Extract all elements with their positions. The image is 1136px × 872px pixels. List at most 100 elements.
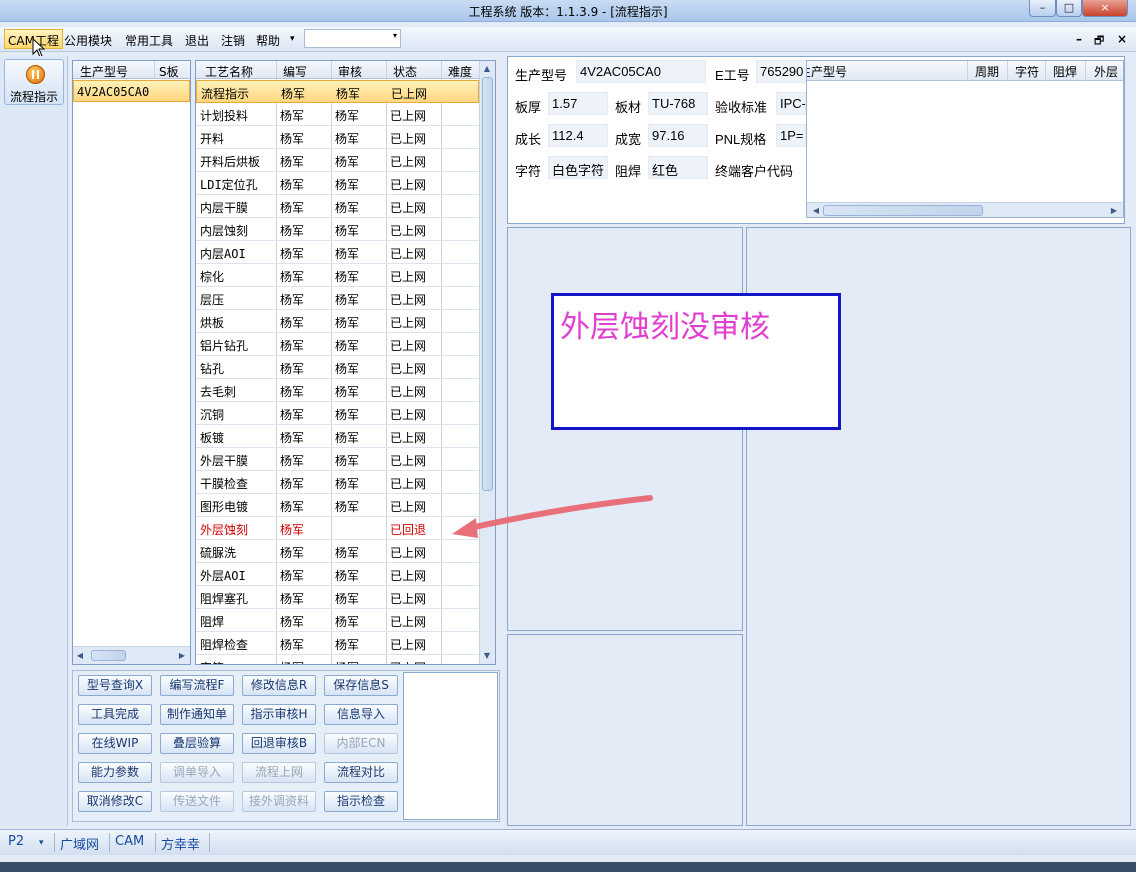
action-button[interactable]: 保存信息S [324,675,398,696]
flow-indicator-button[interactable]: 流程指示 [4,59,64,105]
cell-writer: 杨军 [280,293,305,307]
scroll-thumb[interactable] [91,650,126,661]
action-button[interactable]: 叠层验算 [160,733,234,754]
pnl-value[interactable]: 1P= [776,124,806,147]
col-cycle[interactable]: 周期 [975,63,999,80]
close-button[interactable]: × [1082,0,1128,17]
acceptance-value[interactable]: IPC- [776,92,806,115]
menu-help[interactable]: 帮助 [256,32,280,49]
col-model[interactable]: 生产型号 [80,63,128,80]
minimize-button[interactable]: – [1029,0,1056,17]
col-difficulty[interactable]: 难度 [448,63,472,80]
menu-combo[interactable]: ▾ [304,29,401,48]
action-button[interactable]: 在线WIP [78,733,152,754]
length-value[interactable]: 112.4 [548,124,608,147]
table-row[interactable]: 内层蚀刻 杨军 杨军 已上网 [196,218,479,241]
table-row[interactable]: 棕化 杨军 杨军 已上网 [196,264,479,287]
table-row[interactable]: 流程指示 杨军 杨军 已上网 [196,80,479,103]
annotation-arrow-icon [452,495,653,538]
action-button[interactable]: 回退审核B [242,733,316,754]
cell-status: 已上网 [390,155,427,169]
col-s[interactable]: S板 [159,63,179,80]
table-row[interactable]: 字符 杨军 杨军 已上网 [196,655,479,664]
cell-status: 已上网 [390,477,427,491]
action-button[interactable]: 指示审核H [242,704,316,725]
notes-box[interactable] [403,672,498,820]
action-button[interactable]: 流程对比 [324,762,398,783]
table-row[interactable]: 阻焊塞孔 杨军 杨军 已上网 [196,586,479,609]
table-row[interactable]: 干膜检查 杨军 杨军 已上网 [196,471,479,494]
table-row[interactable]: 开料 杨军 杨军 已上网 [196,126,479,149]
width-value[interactable]: 97.16 [648,124,708,147]
table-row[interactable]: 外层蚀刻 杨军 已回退 [196,517,479,540]
table-row[interactable]: 去毛刺 杨军 杨军 已上网 [196,379,479,402]
chevron-down-icon[interactable]: ▾ [290,34,295,44]
action-button[interactable]: 接外调资料 [242,791,316,812]
mdi-restore-button[interactable]: 🗗 [1094,32,1104,51]
right-grid-hscroll[interactable]: ◀ ▶ [807,202,1123,217]
table-row[interactable]: 沉铜 杨军 杨军 已上网 [196,402,479,425]
table-row[interactable]: 图形电镀 杨军 杨军 已上网 [196,494,479,517]
part-row[interactable]: 4V2AC05CA0 [73,80,190,102]
action-button[interactable]: 调单导入 [160,762,234,783]
material-value[interactable]: TU-768 [648,92,708,115]
action-button[interactable]: 流程上网 [242,762,316,783]
action-button[interactable]: 信息导入 [324,704,398,725]
process-vscroll[interactable]: ▲ ▼ [479,61,495,664]
col-process-name[interactable]: 工艺名称 [205,63,253,80]
mdi-close-button[interactable]: × [1117,32,1127,46]
col-model[interactable]: 生产型号 [807,63,847,80]
col-outer[interactable]: 外层 [1094,63,1118,80]
cell-status: 已上网 [390,132,427,146]
table-row[interactable]: 钻孔 杨军 杨军 已上网 [196,356,479,379]
table-row[interactable]: 板镀 杨军 杨军 已上网 [196,425,479,448]
col-reviewer[interactable]: 审核 [338,63,362,80]
mdi-minimize-button[interactable]: – [1076,32,1082,46]
action-button[interactable]: 传送文件 [160,791,234,812]
pause-icon [26,65,45,84]
thickness-value[interactable]: 1.57 [548,92,608,115]
action-button[interactable]: 修改信息R [242,675,316,696]
action-button[interactable]: 取消修改C [78,791,152,812]
menu-tools[interactable]: 常用工具 [125,32,173,49]
solder-mask-value[interactable]: 红色 [648,156,708,179]
table-row[interactable]: 外层AOI 杨军 杨军 已上网 [196,563,479,586]
action-button[interactable]: 型号查询X [78,675,152,696]
table-row[interactable]: 阻焊 杨军 杨军 已上网 [196,609,479,632]
table-row[interactable]: 内层干膜 杨军 杨军 已上网 [196,195,479,218]
table-row[interactable]: 外层干膜 杨军 杨军 已上网 [196,448,479,471]
part-list-hscroll[interactable]: ◀ ▶ [73,646,190,664]
table-row[interactable]: 烘板 杨军 杨军 已上网 [196,310,479,333]
table-row[interactable]: 铝片钻孔 杨军 杨军 已上网 [196,333,479,356]
action-button[interactable]: 工具完成 [78,704,152,725]
menu-logout[interactable]: 注销 [221,32,245,49]
table-row[interactable]: 阻焊检查 杨军 杨军 已上网 [196,632,479,655]
table-row[interactable]: 开料后烘板 杨军 杨军 已上网 [196,149,479,172]
menu-public[interactable]: 公用模块 [64,32,112,49]
cell-status: 已上网 [390,201,427,215]
model-value[interactable]: 4V2AC05CA0 [576,60,706,83]
character-value[interactable]: 白色字符 [548,156,608,179]
table-row[interactable]: 硫脲洗 杨军 杨军 已上网 [196,540,479,563]
page-indicator[interactable]: P2 [8,834,24,849]
menu-exit[interactable]: 退出 [185,32,209,49]
table-row[interactable]: 计划投料 杨军 杨军 已上网 [196,103,479,126]
action-button[interactable]: 制作通知单 [160,704,234,725]
action-button[interactable]: 内部ECN [324,733,398,754]
action-button[interactable]: 能力参数 [78,762,152,783]
table-row[interactable]: LDI定位孔 杨军 杨军 已上网 [196,172,479,195]
col-solder[interactable]: 阻焊 [1053,63,1077,80]
scroll-thumb[interactable] [482,77,493,491]
col-character[interactable]: 字符 [1015,63,1039,80]
table-row[interactable]: 层压 杨军 杨军 已上网 [196,287,479,310]
action-button[interactable]: 指示检查 [324,791,398,812]
chevron-down-icon[interactable]: ▾ [39,838,44,848]
table-row[interactable]: 内层AOI 杨军 杨军 已上网 [196,241,479,264]
action-button[interactable]: 编写流程F [160,675,234,696]
col-status[interactable]: 状态 [393,63,417,80]
maximize-button[interactable]: □ [1056,0,1082,17]
scroll-thumb[interactable] [823,205,983,216]
cell-name: 外层干膜 [200,454,249,468]
col-writer[interactable]: 编写 [283,63,307,80]
thickness-label: 板厚 [515,100,542,115]
